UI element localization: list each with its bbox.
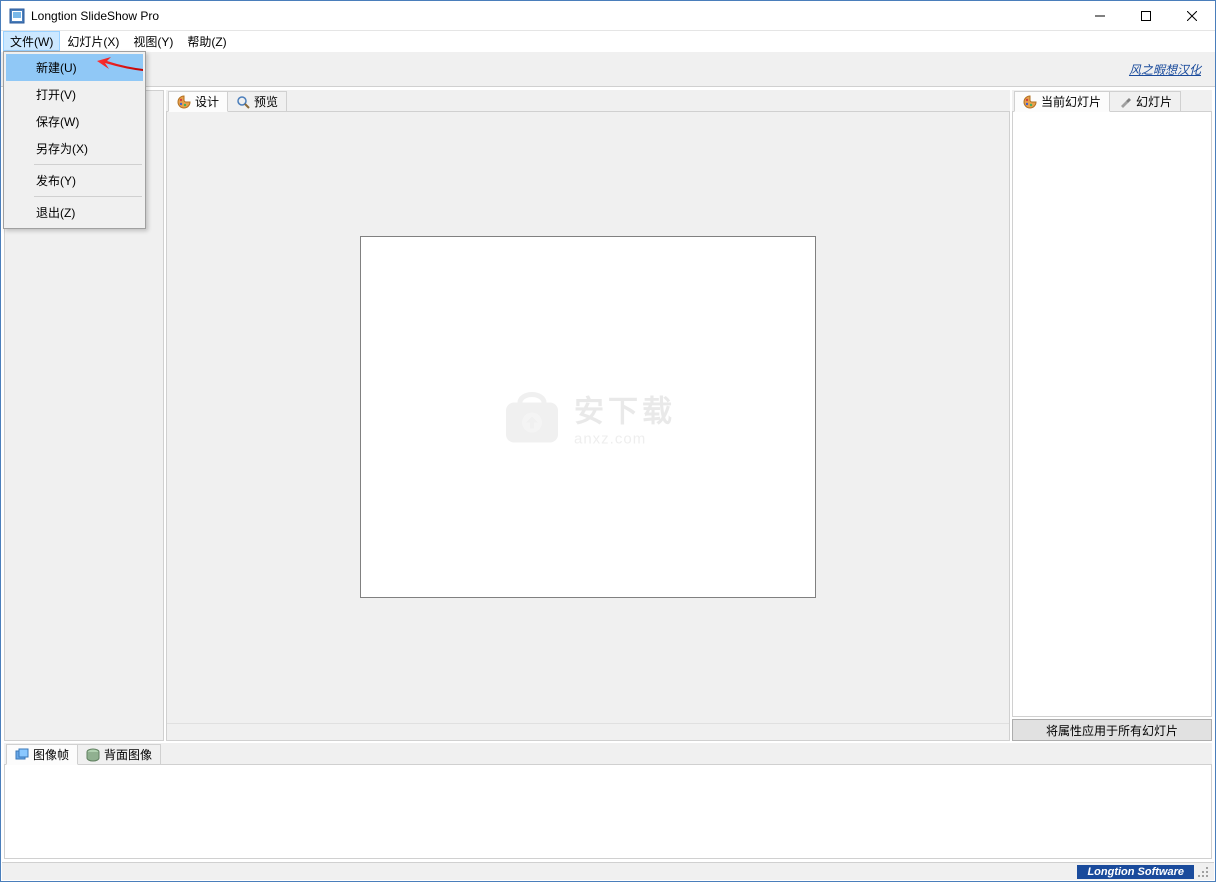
palette-icon <box>1023 95 1037 109</box>
menu-item-new[interactable]: 新建(U) <box>6 54 143 81</box>
disk-icon <box>86 748 100 762</box>
bottom-tabstrip: 图像帧 背面图像 <box>4 743 1212 765</box>
bottom-panel-body <box>4 765 1212 859</box>
tab-label: 图像帧 <box>33 746 69 763</box>
menu-item-save[interactable]: 保存(W) <box>6 108 143 135</box>
menu-item-label: 另存为(X) <box>36 142 88 156</box>
tab-preview[interactable]: 预览 <box>227 91 287 111</box>
status-bar: Longtion Software <box>2 862 1214 880</box>
title-bar: Longtion SlideShow Pro <box>1 1 1215 31</box>
right-panel-body <box>1012 112 1212 717</box>
app-icon <box>9 8 25 24</box>
tab-current-slide[interactable]: 当前幻灯片 <box>1014 91 1110 112</box>
menu-label: 视图(Y) <box>133 33 173 50</box>
right-panel: 当前幻灯片 幻灯片 将属性应用于所有幻灯片 <box>1012 90 1212 741</box>
status-brand: Longtion Software <box>1077 865 1194 879</box>
watermark-cn: 安下载 <box>574 387 676 431</box>
toolbar-credit-link[interactable]: 风之暇想汉化 <box>1129 61 1201 78</box>
menu-item-exit[interactable]: 退出(Z) <box>6 199 143 226</box>
center-panel: 设计 预览 <box>166 90 1010 741</box>
frames-icon <box>15 748 29 762</box>
tab-label: 预览 <box>254 93 278 110</box>
tab-label: 当前幻灯片 <box>1041 93 1101 110</box>
menu-file[interactable]: 文件(W) <box>3 31 60 51</box>
center-tabstrip: 设计 预览 <box>166 90 1010 112</box>
menu-label: 幻灯片(X) <box>67 33 119 50</box>
menu-item-label: 发布(Y) <box>36 174 76 188</box>
tab-design[interactable]: 设计 <box>168 91 228 112</box>
horizontal-scrollbar[interactable] <box>167 723 1009 740</box>
apply-to-all-button[interactable]: 将属性应用于所有幻灯片 <box>1012 719 1212 741</box>
content-area: 设计 预览 <box>2 88 1214 861</box>
menu-bar: 文件(W) 幻灯片(X) 视图(Y) 帮助(Z) <box>1 31 1215 51</box>
maximize-button[interactable] <box>1123 1 1169 30</box>
menu-label: 文件(W) <box>10 33 53 50</box>
menu-label: 帮助(Z) <box>187 33 226 50</box>
window-controls <box>1077 1 1215 30</box>
close-button[interactable] <box>1169 1 1215 30</box>
palette-icon <box>177 95 191 109</box>
tools-icon <box>1118 95 1132 109</box>
menu-slide[interactable]: 幻灯片(X) <box>60 31 126 51</box>
tab-label: 背面图像 <box>104 746 152 763</box>
file-menu-dropdown: 新建(U) 打开(V) 保存(W) 另存为(X) 发布(Y) 退出(Z) <box>3 51 146 229</box>
watermark-en: anxz.com <box>574 431 676 448</box>
tab-all-slides[interactable]: 幻灯片 <box>1109 91 1181 111</box>
menu-view[interactable]: 视图(Y) <box>126 31 180 51</box>
toolbar: 风之暇想汉化 <box>1 51 1215 87</box>
watermark: 安下载 anxz.com <box>500 387 676 448</box>
bag-icon <box>500 388 564 446</box>
tab-label: 设计 <box>195 93 219 110</box>
right-tabstrip: 当前幻灯片 幻灯片 <box>1012 90 1212 112</box>
tab-image-frames[interactable]: 图像帧 <box>6 744 78 765</box>
minimize-button[interactable] <box>1077 1 1123 30</box>
tab-back-images[interactable]: 背面图像 <box>77 744 161 764</box>
magnifier-icon <box>236 95 250 109</box>
canvas-area: 安下载 anxz.com <box>166 112 1010 741</box>
menu-help[interactable]: 帮助(Z) <box>180 31 233 51</box>
bottom-panel: 图像帧 背面图像 <box>4 743 1212 859</box>
button-label: 将属性应用于所有幻灯片 <box>1046 722 1178 739</box>
resize-grip[interactable] <box>1196 865 1210 879</box>
menu-separator <box>34 196 142 197</box>
menu-item-label: 退出(Z) <box>36 206 75 220</box>
window-title: Longtion SlideShow Pro <box>31 9 1077 23</box>
menu-item-label: 新建(U) <box>36 61 77 75</box>
slide-canvas[interactable]: 安下载 anxz.com <box>360 236 816 598</box>
menu-item-open[interactable]: 打开(V) <box>6 81 143 108</box>
menu-item-label: 打开(V) <box>36 88 76 102</box>
menu-item-label: 保存(W) <box>36 115 79 129</box>
menu-separator <box>34 164 142 165</box>
tab-label: 幻灯片 <box>1136 93 1172 110</box>
menu-item-saveas[interactable]: 另存为(X) <box>6 135 143 162</box>
menu-item-publish[interactable]: 发布(Y) <box>6 167 143 194</box>
